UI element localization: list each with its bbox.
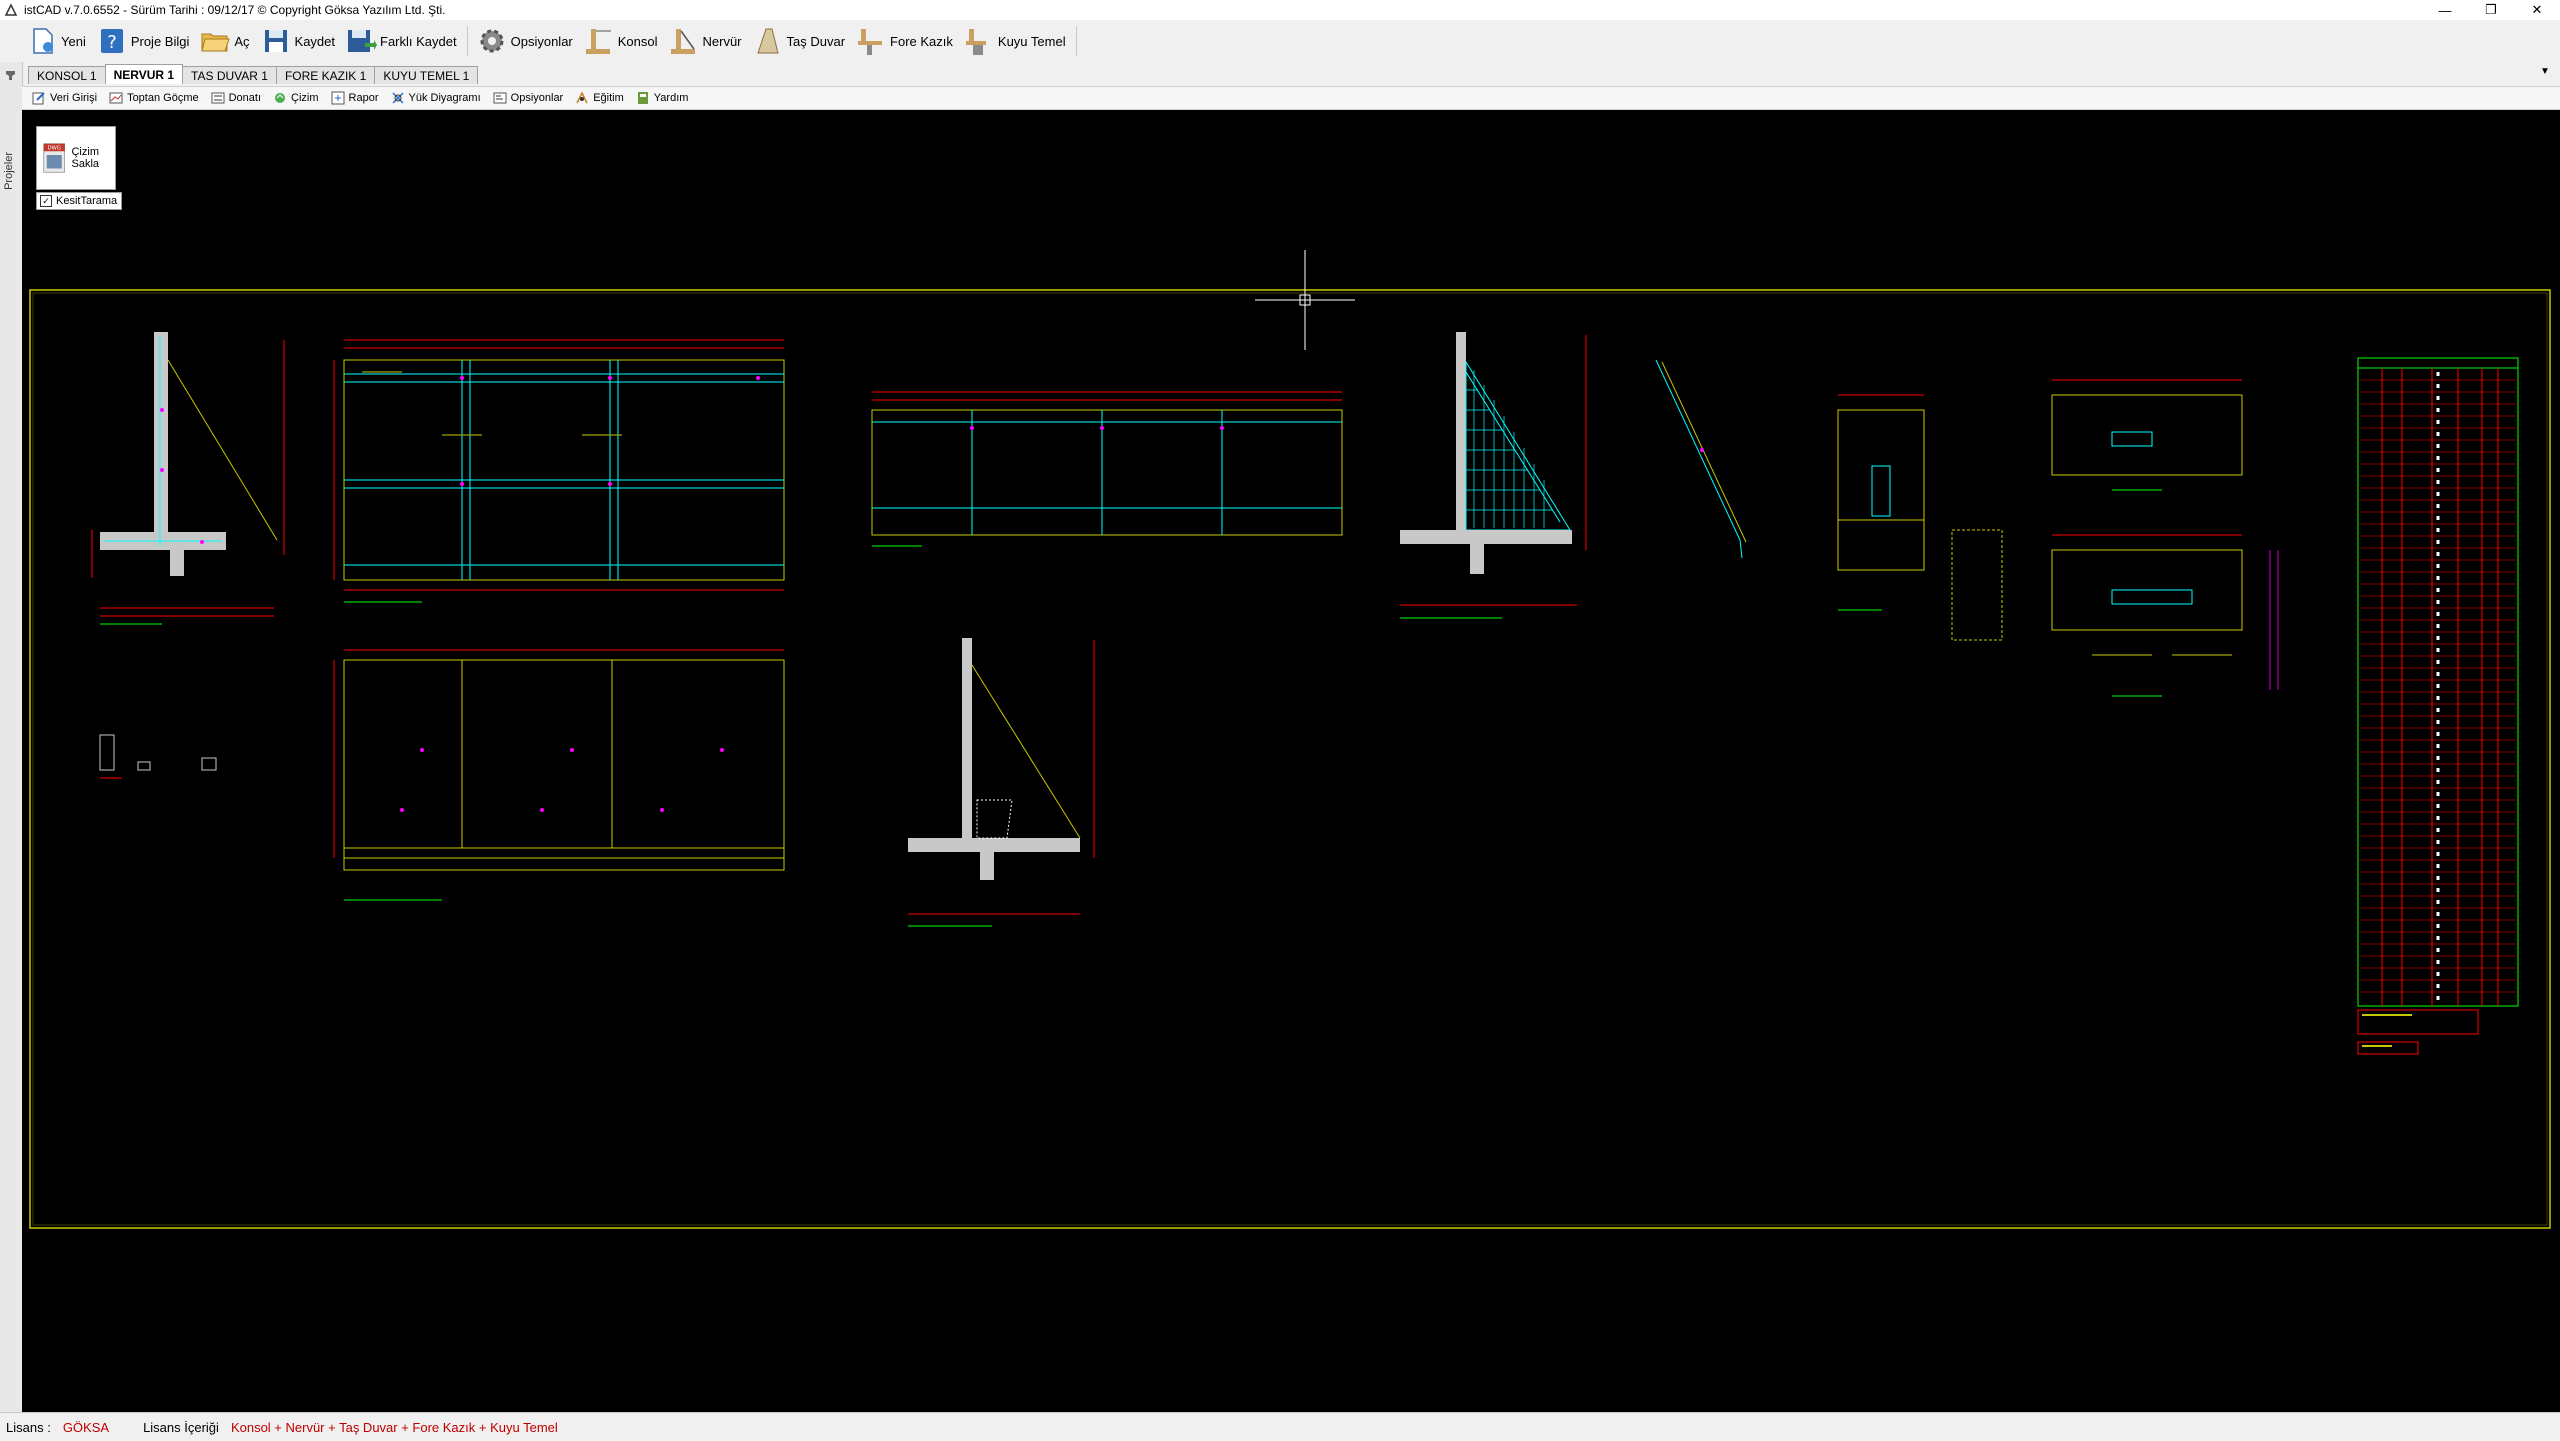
window-title: istCAD v.7.0.6552 - Sürüm Tarihi : 09/12… xyxy=(24,3,446,17)
tab-kuyu-temel-1[interactable]: KUYU TEMEL 1 xyxy=(374,66,479,84)
kuyu-temel-button[interactable]: Kuyu Temel xyxy=(959,22,1070,60)
svg-text:?: ? xyxy=(107,32,117,53)
collapse-icon xyxy=(109,92,123,104)
cizim-button[interactable]: Çizim xyxy=(267,88,325,108)
tas-duvar-button[interactable]: Taş Duvar xyxy=(748,22,850,60)
module-toolbar: Veri Girişi Toptan Göçme Donatı Çizim Ra… xyxy=(22,86,2560,110)
wall-elevation-3 xyxy=(333,649,785,901)
rebar-icon xyxy=(211,92,225,104)
bored-pile-icon xyxy=(858,29,883,55)
tab-fore-kazik-1[interactable]: FORE KAZIK 1 xyxy=(275,66,376,84)
section-hatch-check-mark[interactable]: ✓ xyxy=(40,195,52,207)
options-icon xyxy=(493,92,507,104)
save-as-button[interactable]: Farklı Kaydet xyxy=(341,22,461,60)
license-content-value: Konsol + Nervür + Taş Duvar + Fore Kazık… xyxy=(230,1419,558,1435)
rebar-detail xyxy=(1655,359,1747,559)
open-button[interactable]: Aç xyxy=(195,22,253,60)
help-book-icon xyxy=(637,92,648,104)
toolbar-separator xyxy=(466,26,468,56)
sheet-frame xyxy=(29,289,2551,1229)
nervur-wall-icon xyxy=(670,29,695,54)
tab-list-dropdown[interactable]: ▼ xyxy=(2538,66,2552,80)
document-tabs: KONSOL 1 NERVUR 1 TAS DUVAR 1 FORE KAZIK… xyxy=(28,64,479,84)
projects-side-panel[interactable]: Projeler xyxy=(0,62,23,1412)
wall-section-2 xyxy=(908,638,1095,927)
project-info-button[interactable]: ? Proje Bilgi xyxy=(92,22,194,60)
load-diagram-icon xyxy=(391,92,404,104)
drawing-canvas[interactable]: DWG Çizim Sakla ✓ KesitTarama xyxy=(22,110,2560,1412)
wall-elevation-1 xyxy=(333,339,785,603)
sub-opsiyonlar-button[interactable]: Opsiyonlar xyxy=(487,88,570,108)
help-icon: ? xyxy=(100,29,123,53)
save-as-icon xyxy=(348,30,378,52)
minimize-button[interactable]: — xyxy=(2422,0,2468,20)
section-hatch-label: KesitTarama xyxy=(56,195,118,207)
hide-drawing-button[interactable]: DWG Çizim Sakla xyxy=(36,126,116,190)
fore-kazik-button[interactable]: Fore Kazık xyxy=(851,22,957,60)
rebar-schedule-table xyxy=(2357,357,2519,1055)
save-icon xyxy=(264,30,287,52)
wall-elevation-2 xyxy=(871,391,1343,547)
title-bar: istCAD v.7.0.6552 - Sürüm Tarihi : 09/12… xyxy=(0,0,2560,20)
konsol-wall-icon xyxy=(585,29,611,54)
tab-nervur-1[interactable]: NERVUR 1 xyxy=(104,64,184,84)
save-button[interactable]: Kaydet xyxy=(256,22,339,60)
egitim-button[interactable]: Eğitim xyxy=(569,88,630,108)
section-hatch-checkbox[interactable]: ✓ KesitTarama xyxy=(36,192,123,210)
drawing-icon xyxy=(275,93,286,103)
new-file-icon xyxy=(33,28,53,54)
donati-button[interactable]: Donatı xyxy=(205,88,267,108)
nervur-button[interactable]: Nervür xyxy=(664,22,746,60)
svg-text:DWG: DWG xyxy=(48,146,61,152)
license-label: Lisans : xyxy=(6,1419,51,1435)
toptan-gocme-button[interactable]: Toptan Göçme xyxy=(103,88,205,108)
training-icon xyxy=(576,91,588,104)
counterfort-section xyxy=(1400,332,1587,619)
new-button[interactable]: Yeni xyxy=(22,22,90,60)
konsol-button[interactable]: Konsol xyxy=(579,22,662,60)
restore-button[interactable]: ❐ xyxy=(2468,0,2514,20)
close-button[interactable]: ✕ xyxy=(2514,0,2560,20)
license-content-label: Lisans İçeriği xyxy=(143,1419,219,1435)
sheet-inner-frame xyxy=(32,292,2548,1226)
yuk-diyagrami-button[interactable]: Yük Diyagramı xyxy=(385,88,487,108)
data-entry-icon xyxy=(32,92,45,105)
open-folder-icon xyxy=(201,33,231,52)
section-details xyxy=(1837,379,2279,697)
tab-konsol-1[interactable]: KONSOL 1 xyxy=(28,66,106,84)
report-icon xyxy=(331,91,345,105)
license-value: GÖKSA xyxy=(62,1419,110,1435)
tab-tas-duvar-1[interactable]: TAS DUVAR 1 xyxy=(182,66,277,84)
options-button[interactable]: Opsiyonlar xyxy=(472,22,577,60)
hide-drawing-label: Çizim Sakla xyxy=(71,146,100,170)
gear-icon xyxy=(480,29,504,53)
toolbar-separator xyxy=(1075,26,1077,56)
cad-drawing[interactable] xyxy=(22,110,2560,1412)
pin-icon[interactable] xyxy=(3,68,18,83)
dwg-file-icon: DWG xyxy=(43,143,66,173)
projects-panel-label[interactable]: Projeler xyxy=(3,152,19,190)
small-details xyxy=(99,734,217,779)
status-bar: Lisans : GÖKSA Lisans İçeriği Konsol + N… xyxy=(0,1412,2560,1441)
well-foundation-icon xyxy=(965,29,986,55)
veri-girisi-button[interactable]: Veri Girişi xyxy=(26,88,103,108)
crosshair-cursor xyxy=(1255,250,1355,350)
rapor-button[interactable]: Rapor xyxy=(325,88,385,108)
app-logo-icon xyxy=(4,3,18,16)
stone-wall-icon xyxy=(756,28,779,54)
main-toolbar: Yeni ? Proje Bilgi Aç Kaydet Farklı Kayd… xyxy=(0,20,2560,62)
wall-section-1 xyxy=(91,332,285,625)
yardim-button[interactable]: Yardım xyxy=(630,88,695,108)
